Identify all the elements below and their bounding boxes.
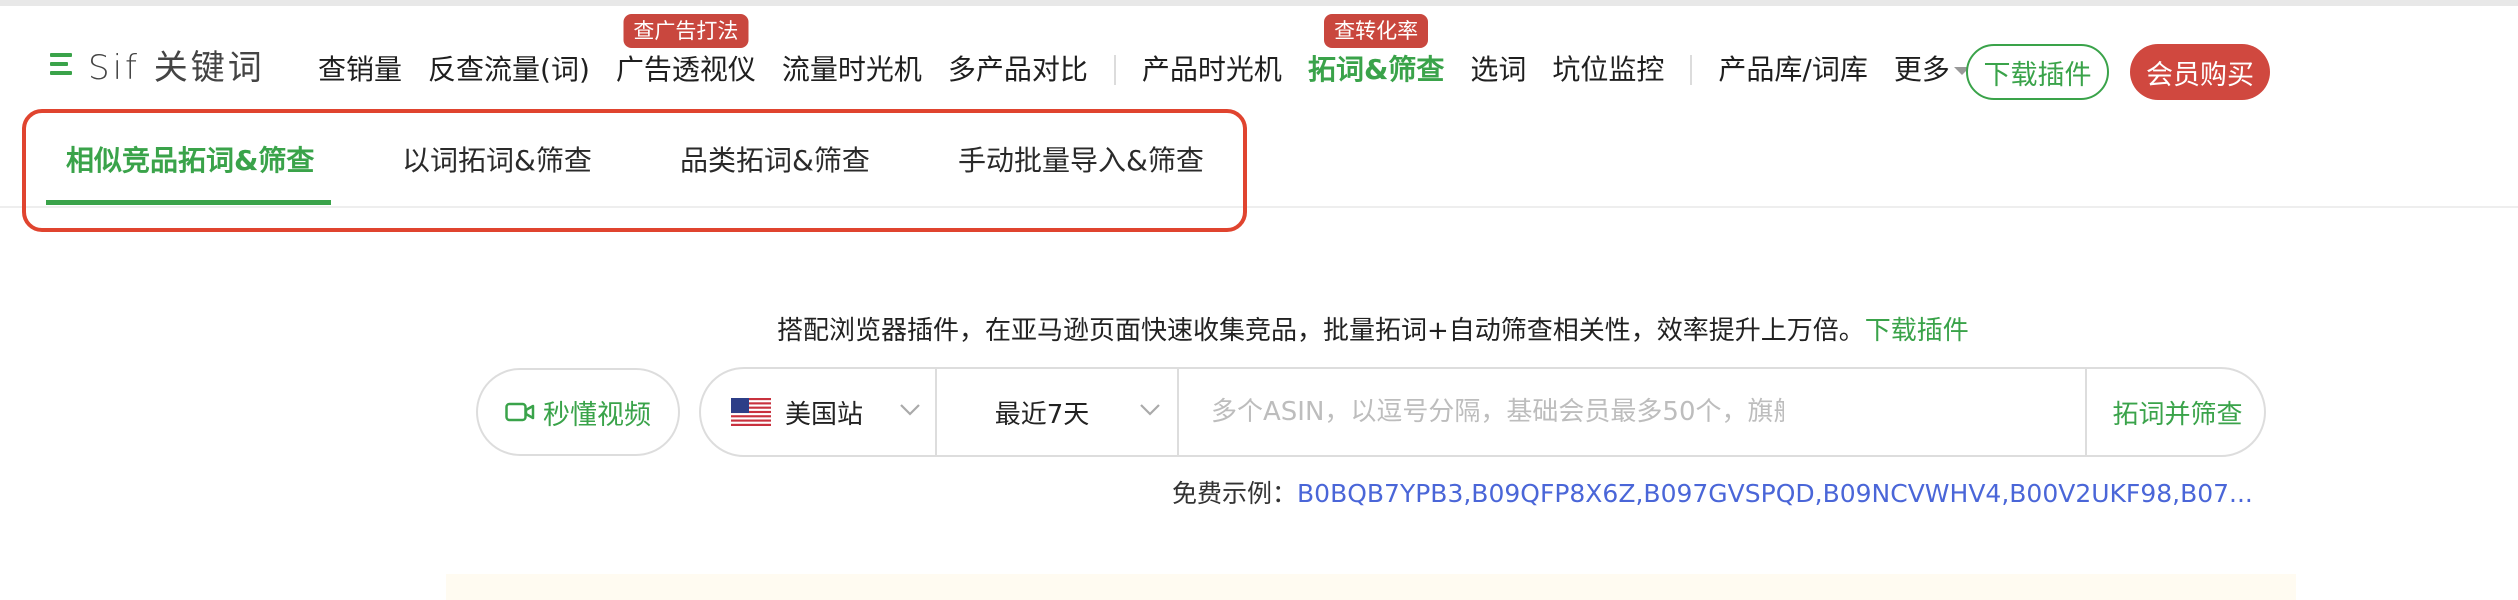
nav-item-keyword-select[interactable]: 选词 xyxy=(1470,50,1526,90)
video-tutorial-button[interactable]: 秒懂视频 xyxy=(476,368,680,456)
promo-download-link[interactable]: 下载插件 xyxy=(1865,316,1969,346)
logo[interactable]: Sif 关键词 xyxy=(50,44,265,88)
header: Sif 关键词 查销量 反查流量(词) 查广告打法 广告透视仪 流量时光机 多产… xyxy=(0,6,2518,112)
nav-item-sales[interactable]: 查销量 xyxy=(318,50,402,90)
asin-search-input[interactable] xyxy=(1179,369,1784,455)
highlight-annotation-box xyxy=(22,109,1247,232)
video-tutorial-label: 秒懂视频 xyxy=(543,399,651,431)
free-example-label: 免费示例： xyxy=(1172,479,1298,508)
chevron-down-icon xyxy=(900,404,920,416)
nav-divider xyxy=(1113,55,1116,85)
promo-text: 搭配浏览器插件，在亚马逊页面快速收集竞品，批量拓词+自动筛查相关性，效率提升上万… xyxy=(777,316,1865,346)
vip-purchase-button[interactable]: 会员购买 xyxy=(2130,44,2270,100)
chevron-down-icon xyxy=(1140,404,1160,416)
nav-badge-ad-insight: 查广告打法 xyxy=(623,14,749,48)
nav-item-ad-insight[interactable]: 查广告打法 广告透视仪 xyxy=(616,14,756,90)
search-bar: 美国站 最近7天 拓词并筛查 xyxy=(699,367,2266,457)
us-flag-icon xyxy=(731,398,771,426)
nav-item-keyword-expand[interactable]: 查转化率 拓词&筛查 xyxy=(1308,14,1444,90)
download-plugin-button[interactable]: 下载插件 xyxy=(1966,44,2109,100)
content-panel xyxy=(446,574,2296,600)
nav-item-reverse-traffic[interactable]: 反查流量(词) xyxy=(428,50,590,90)
free-example: 免费示例：B0BQB7YPB3,B09QFP8X6Z,B097GVSPQD,B0… xyxy=(1172,474,2253,510)
nav-badge-keyword-expand: 查转化率 xyxy=(1324,14,1429,48)
nav-item-rank-monitor[interactable]: 坑位监控 xyxy=(1552,50,1664,90)
marketplace-value: 美国站 xyxy=(785,399,864,430)
nav-item-library[interactable]: 产品库/词库 xyxy=(1718,50,1867,90)
main-nav: 查销量 反查流量(词) 查广告打法 广告透视仪 流量时光机 多产品对比 产品时光… xyxy=(318,14,1996,90)
period-value: 最近7天 xyxy=(994,399,1090,430)
nav-item-product-timemachine[interactable]: 产品时光机 xyxy=(1142,50,1282,90)
logo-text: Sif 关键词 xyxy=(88,47,265,88)
video-camera-icon xyxy=(505,402,535,422)
nav-item-traffic-timemachine[interactable]: 流量时光机 xyxy=(782,50,922,90)
nav-item-more[interactable]: 更多 xyxy=(1894,50,1970,90)
nav-divider xyxy=(1690,55,1693,85)
menu-icon[interactable] xyxy=(50,50,74,78)
expand-and-filter-button[interactable]: 拓词并筛查 xyxy=(2087,369,2268,455)
nav-item-multi-product-compare[interactable]: 多产品对比 xyxy=(948,50,1088,90)
free-example-link[interactable]: B0BQB7YPB3,B09QFP8X6Z,B097GVSPQD,B09NCVW… xyxy=(1297,479,2253,508)
